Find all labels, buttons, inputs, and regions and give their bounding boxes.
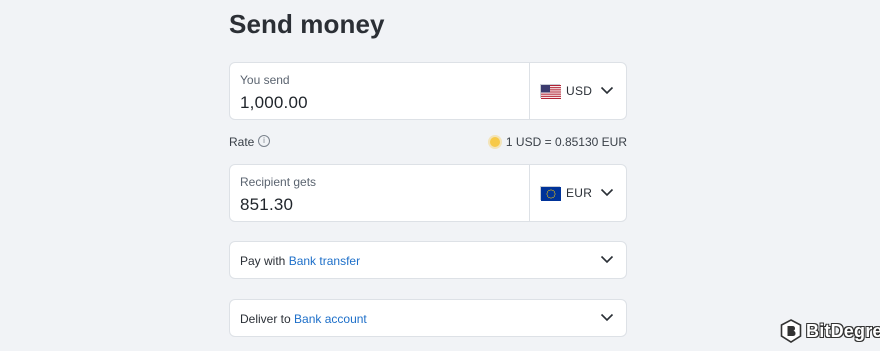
chevron-down-icon <box>600 313 614 322</box>
deliver-to-prefix: Deliver to <box>240 312 291 326</box>
receive-currency-code: EUR <box>566 186 593 200</box>
rate-value: 1 USD = 0.85130 EUR <box>505 135 627 149</box>
send-currency-select[interactable]: USD <box>529 63 626 119</box>
watermark-brand: BitDegree <box>806 320 880 341</box>
rate-row: Rate i 1 USD = 0.85130 EUR <box>229 134 627 150</box>
sun-icon <box>489 137 500 147</box>
deliver-to-text: Deliver to Bank account <box>240 312 367 326</box>
receive-currency-select[interactable]: EUR <box>529 165 626 221</box>
us-flag-icon <box>540 84 561 99</box>
send-amount-card: You send 1,000.00 USD <box>229 62 627 120</box>
pay-with-text: Pay with Bank transfer <box>240 254 360 268</box>
chevron-down-icon <box>600 255 614 264</box>
receive-amount-card: Recipient gets 851.30 EUR <box>229 164 627 222</box>
receive-amount-field[interactable]: Recipient gets 851.30 <box>240 175 316 215</box>
bitdegree-watermark: BitDegree <box>780 319 880 343</box>
send-currency-code: USD <box>566 84 593 98</box>
page-title: Send money <box>229 9 385 39</box>
eu-flag-icon <box>540 186 561 201</box>
send-money-page: Send money You send 1,000.00 USD Rate i … <box>0 0 880 351</box>
rate-label: Rate <box>229 135 255 149</box>
pay-with-value[interactable]: Bank transfer <box>289 254 360 268</box>
pay-with-prefix: Pay with <box>240 254 286 268</box>
deliver-to-select[interactable]: Deliver to Bank account <box>229 299 627 337</box>
deliver-to-value[interactable]: Bank account <box>294 312 367 326</box>
receive-amount-label: Recipient gets <box>240 175 317 189</box>
receive-amount-input[interactable]: 851.30 <box>240 195 316 215</box>
bitdegree-logo-icon <box>780 319 802 343</box>
chevron-down-icon <box>600 188 614 197</box>
send-amount-field[interactable]: You send 1,000.00 <box>240 73 308 113</box>
send-amount-input[interactable]: 1,000.00 <box>240 93 308 113</box>
chevron-down-icon <box>600 86 614 95</box>
send-amount-label: You send <box>240 73 290 87</box>
info-icon[interactable]: i <box>258 135 270 147</box>
rate-value-wrap: 1 USD = 0.85130 EUR <box>489 135 627 149</box>
pay-with-select[interactable]: Pay with Bank transfer <box>229 241 627 279</box>
